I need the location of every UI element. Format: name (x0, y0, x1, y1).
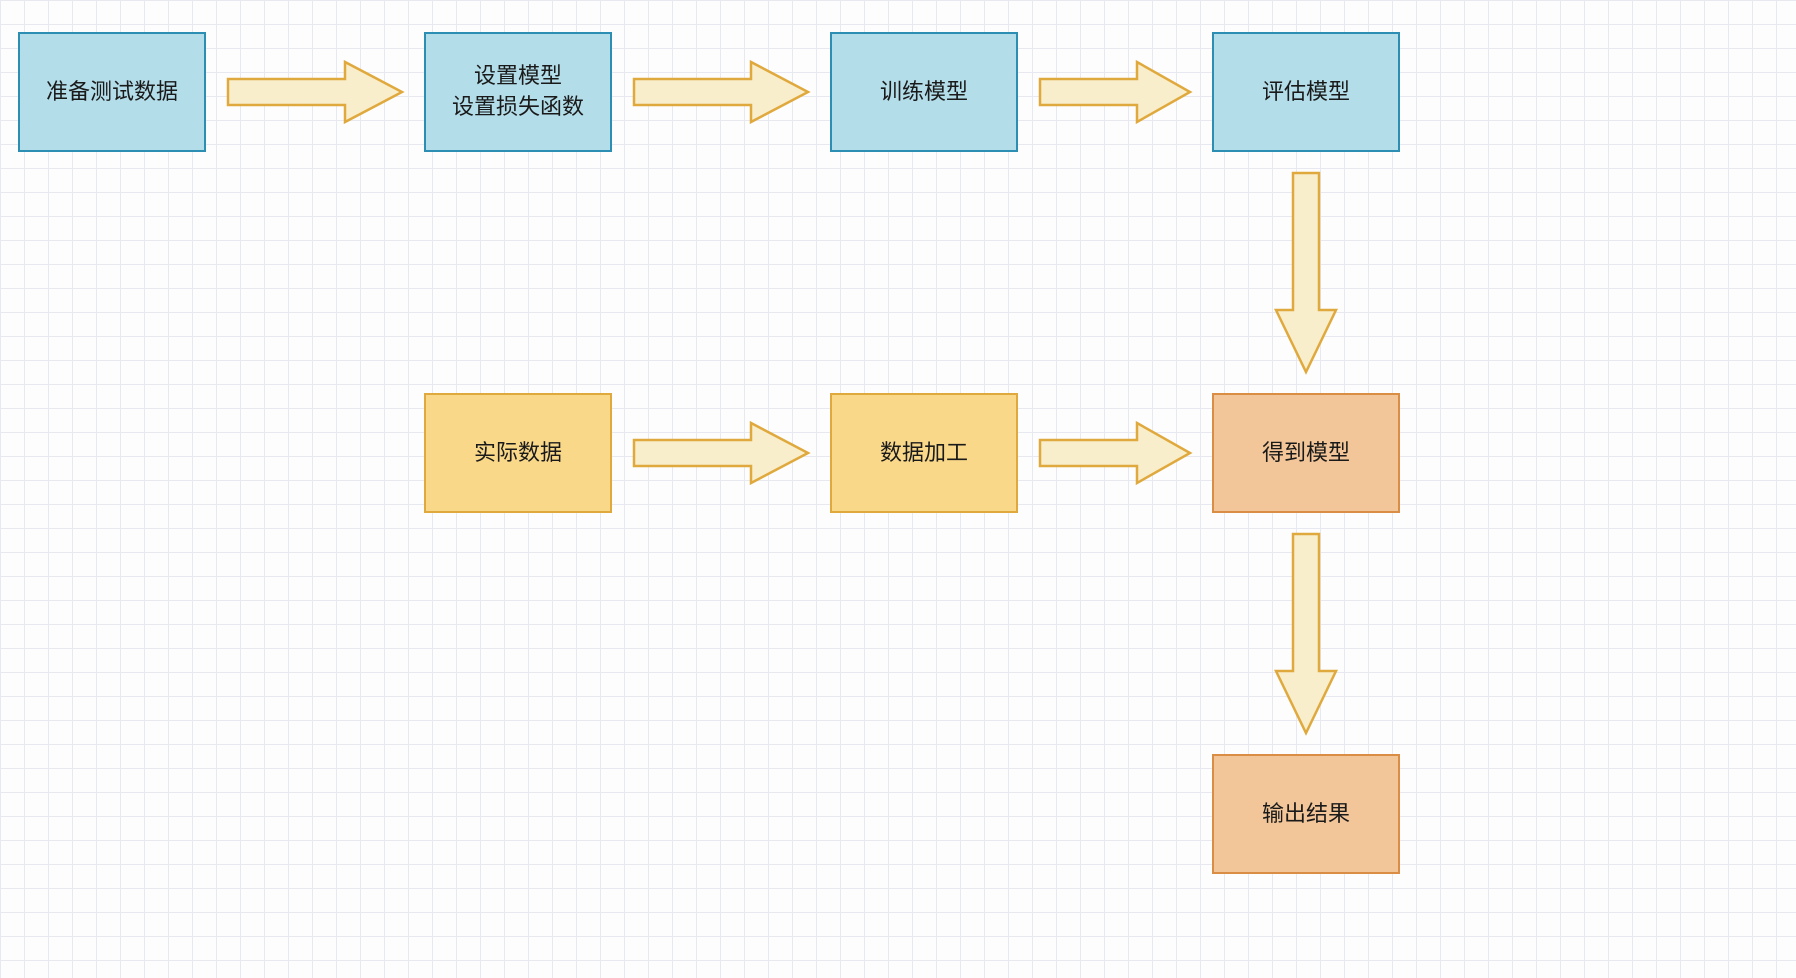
node-real-data: 实际数据 (424, 393, 612, 513)
arrow-right-icon (1037, 59, 1193, 125)
node-eval-model: 评估模型 (1212, 32, 1400, 152)
arrow-right-icon (631, 59, 811, 125)
arrow-down-icon (1273, 170, 1339, 375)
arrow-right-icon (1037, 420, 1193, 486)
arrow-down-icon (1273, 531, 1339, 736)
node-set-model: 设置模型 设置损失函数 (424, 32, 612, 152)
node-get-model: 得到模型 (1212, 393, 1400, 513)
node-process-data: 数据加工 (830, 393, 1018, 513)
node-prepare-data: 准备测试数据 (18, 32, 206, 152)
arrow-right-icon (631, 420, 811, 486)
node-train-model: 训练模型 (830, 32, 1018, 152)
arrow-right-icon (225, 59, 405, 125)
node-output-result: 输出结果 (1212, 754, 1400, 874)
